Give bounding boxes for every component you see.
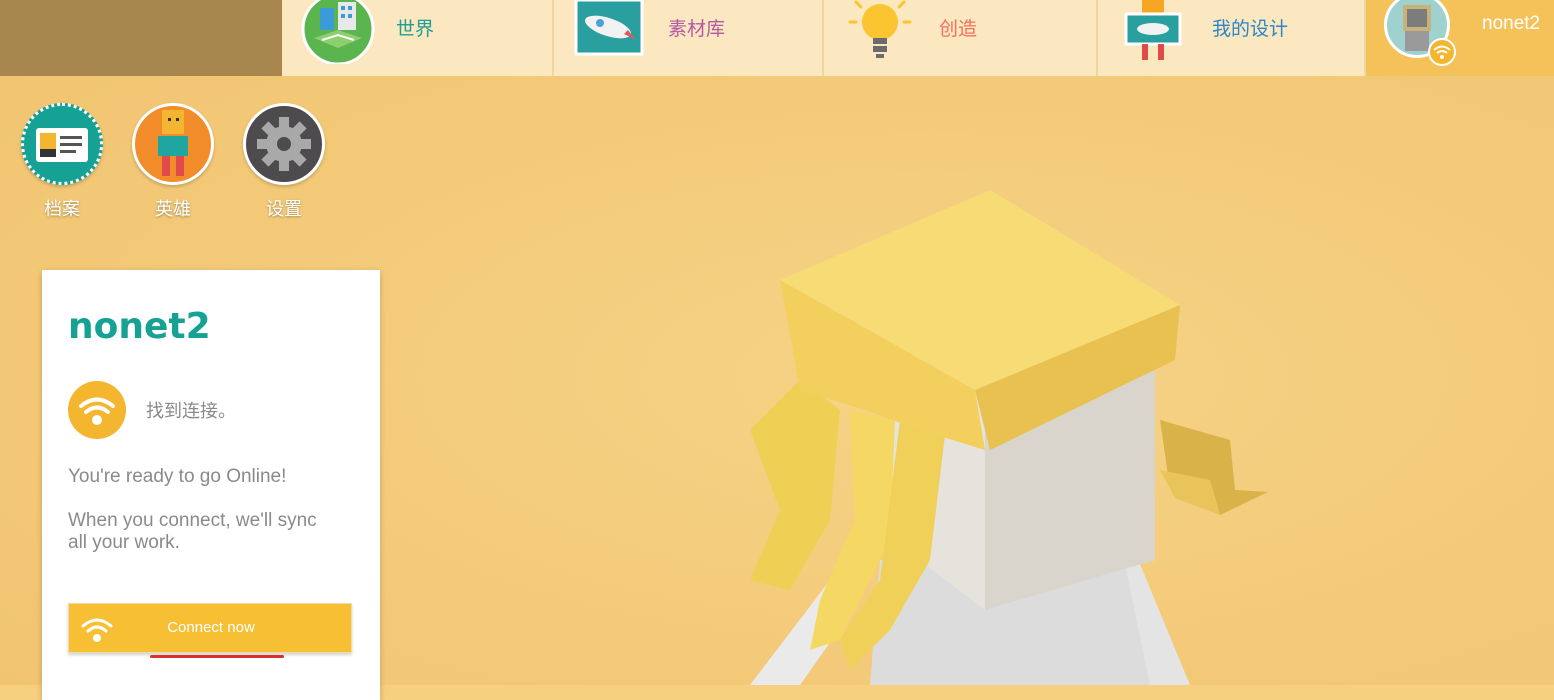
settings-button[interactable]: 设置 xyxy=(242,103,326,221)
sync-message: When you connect, we'll sync all your wo… xyxy=(68,510,317,553)
settings-label: 设置 xyxy=(266,199,302,220)
id-card-icon xyxy=(36,128,88,162)
tab-world-label: 世界 xyxy=(396,18,435,40)
hero-figure-icon xyxy=(158,110,188,176)
connection-status-text: 找到连接。 xyxy=(146,401,236,422)
profile-circle[interactable] xyxy=(21,103,103,185)
offline-wifi-badge-icon xyxy=(1428,38,1456,66)
rocket-picture-icon xyxy=(574,0,644,56)
settings-circle[interactable] xyxy=(243,103,325,185)
tab-create[interactable]: 创造 xyxy=(824,0,1098,76)
character-avatar[interactable] xyxy=(690,180,1310,685)
user-name: nonet2 xyxy=(1482,13,1541,34)
ready-message: You're ready to go Online! xyxy=(68,466,287,487)
user-account-tab[interactable]: nonet2 xyxy=(1366,0,1554,76)
annotation-underline xyxy=(150,655,284,658)
gear-icon xyxy=(257,117,311,171)
world-city-icon xyxy=(301,0,375,64)
tab-assets-label: 素材库 xyxy=(668,18,726,40)
tab-my-designs[interactable]: 我的设计 xyxy=(1098,0,1366,76)
profile-label: 档案 xyxy=(44,199,80,220)
tab-my-designs-label: 我的设计 xyxy=(1212,18,1289,40)
profile-card: nonet2 找到连接。 You're ready to go Online! … xyxy=(42,270,380,700)
card-username: nonet2 xyxy=(68,306,211,347)
hero-circle[interactable] xyxy=(132,103,214,185)
tab-world[interactable]: 世界 xyxy=(282,0,554,76)
connect-now-button[interactable]: Connect now xyxy=(68,603,352,653)
tab-create-label: 创造 xyxy=(939,18,978,40)
connect-now-label: Connect now xyxy=(167,619,255,636)
profile-button[interactable]: 档案 xyxy=(20,103,104,221)
tab-assets[interactable]: 素材库 xyxy=(554,0,824,76)
brand-area xyxy=(0,0,282,76)
top-navigation: 世界 素材库 创造 我的设计 nonet2 xyxy=(0,0,1554,76)
robot-picture-icon xyxy=(1124,0,1182,60)
hero-label: 英雄 xyxy=(155,199,191,220)
hero-button[interactable]: 英雄 xyxy=(131,103,215,221)
wifi-icon xyxy=(68,381,126,439)
lightbulb-icon xyxy=(848,0,912,58)
